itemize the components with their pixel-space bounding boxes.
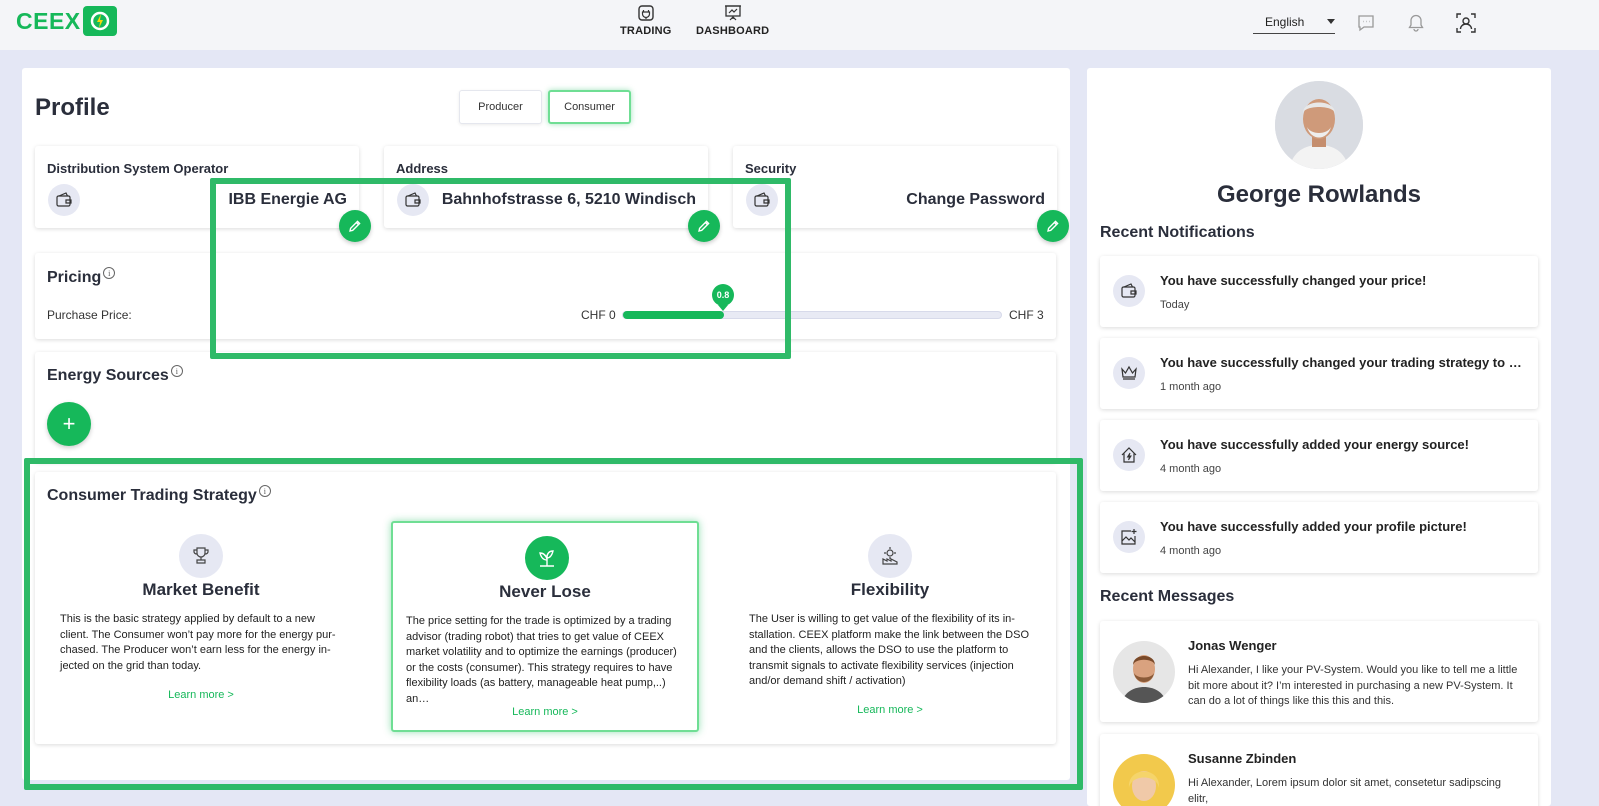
pricing-title: Pricing i xyxy=(47,267,116,287)
bell-icon[interactable] xyxy=(1404,11,1428,35)
producer-button[interactable]: Producer xyxy=(459,90,542,124)
notification-item[interactable]: You have successfully added your profile… xyxy=(1100,502,1538,573)
notification-item[interactable]: You have successfully changed your tradi… xyxy=(1100,338,1538,409)
language-value: English xyxy=(1265,15,1305,29)
nav-trading[interactable]: TRADING xyxy=(620,4,672,37)
change-password-link[interactable]: Change Password xyxy=(906,191,1045,209)
slider-max-label: CHF 3 xyxy=(1009,308,1044,322)
message-item[interactable]: Jonas Wenger Hi Alexander, I like your P… xyxy=(1100,621,1538,722)
wallet-icon xyxy=(1113,275,1145,307)
trading-plug-icon xyxy=(638,5,654,21)
message-text: Hi Alexander, I like your PV-System. Wou… xyxy=(1188,664,1518,708)
avatar xyxy=(1113,641,1175,703)
crown-icon xyxy=(1113,357,1145,389)
consumer-button[interactable]: Consumer xyxy=(548,90,631,124)
ceex-logo[interactable]: CEEX xyxy=(16,6,117,36)
dashboard-presentation-icon xyxy=(724,5,741,21)
user-sidebar: George Rowlands Recent Notifications You… xyxy=(1087,68,1551,806)
recent-notifications-title: Recent Notifications xyxy=(1100,224,1255,241)
message-item[interactable]: Susanne Zbinden Hi Alexander, Lorem ipsu… xyxy=(1100,734,1538,806)
pricing-title-text: Pricing xyxy=(47,269,102,286)
notification-text: You have successfully added your energy … xyxy=(1160,437,1469,452)
notification-time: 4 month ago xyxy=(1160,545,1222,557)
notification-time: 1 month ago xyxy=(1160,381,1222,393)
address-label: Address xyxy=(396,161,449,176)
account-icon[interactable] xyxy=(1454,11,1478,35)
user-name: George Rowlands xyxy=(1216,181,1422,208)
edit-security-button[interactable] xyxy=(1037,210,1069,242)
wallet-icon xyxy=(48,184,80,216)
energy-sources-card xyxy=(35,352,1056,462)
info-icon[interactable]: i xyxy=(170,365,183,377)
highlight-box-trading-strategy xyxy=(24,458,1083,790)
notification-item[interactable]: You have successfully added your energy … xyxy=(1100,420,1538,491)
image-add-icon xyxy=(1113,521,1145,553)
notification-time: Today xyxy=(1160,299,1190,311)
purchase-price-label: Purchase Price: xyxy=(47,308,132,322)
nav-trading-label: TRADING xyxy=(620,25,672,37)
notification-text: You have successfully added your profile… xyxy=(1160,519,1467,534)
dso-label: Distribution System Operator xyxy=(47,161,229,176)
avatar xyxy=(1113,754,1175,806)
message-text: Hi Alexander, Lorem ipsum dolor sit amet… xyxy=(1188,777,1502,805)
notification-text: You have successfully changed your price… xyxy=(1160,273,1427,288)
message-sender: Jonas Wenger xyxy=(1188,638,1277,653)
top-bar: CEEX TRADING DASHBOARD English xyxy=(0,0,1599,50)
role-toggle: Producer Consumer xyxy=(459,90,631,124)
add-energy-source-button[interactable]: + xyxy=(47,402,91,446)
chat-icon[interactable] xyxy=(1354,11,1378,35)
nav-dashboard-label: DASHBOARD xyxy=(696,25,770,37)
highlight-box-profile-details xyxy=(210,178,791,359)
energy-sources-title: Energy Sources i xyxy=(47,365,183,385)
notification-text: You have successfully changed your tradi… xyxy=(1160,355,1526,370)
page-title: Profile xyxy=(35,94,110,121)
info-icon[interactable]: i xyxy=(103,267,116,279)
chevron-down-icon xyxy=(1327,19,1335,24)
recent-messages-title: Recent Messages xyxy=(1100,588,1235,605)
notification-time: 4 month ago xyxy=(1160,463,1222,475)
pencil-icon xyxy=(1047,220,1059,232)
nav-dashboard[interactable]: DASHBOARD xyxy=(696,4,769,37)
energy-house-icon xyxy=(1113,439,1145,471)
logo-text: CEEX xyxy=(16,7,81,34)
avatar[interactable] xyxy=(1275,81,1363,169)
message-sender: Susanne Zbinden xyxy=(1188,751,1297,766)
security-label: Security xyxy=(745,161,797,176)
energy-sources-title-text: Energy Sources xyxy=(47,367,169,384)
language-select[interactable]: English xyxy=(1253,12,1335,34)
logo-mark-icon xyxy=(82,6,117,36)
notification-item[interactable]: You have successfully changed your price… xyxy=(1100,256,1538,327)
